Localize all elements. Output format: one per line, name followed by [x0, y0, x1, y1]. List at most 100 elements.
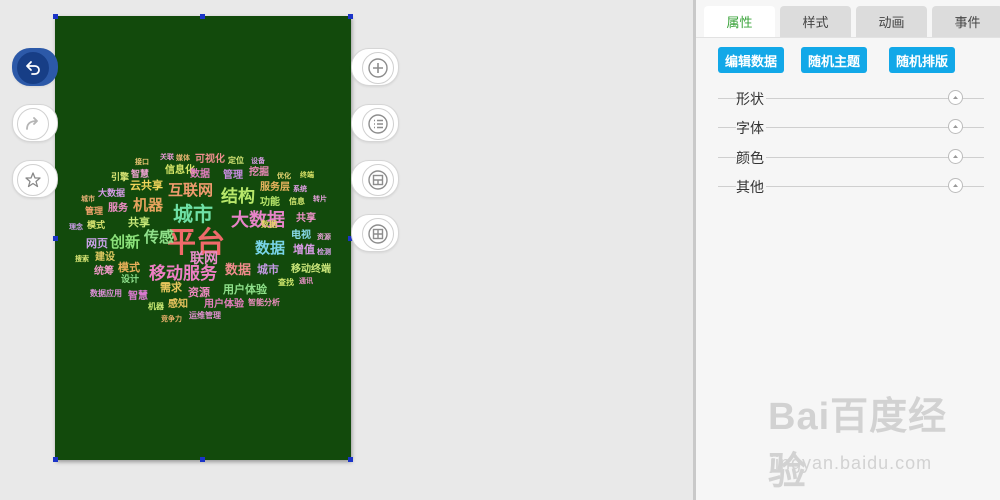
wordcloud-word: 智慧	[128, 291, 148, 302]
wordcloud-word: 通讯	[299, 277, 313, 285]
wordcloud-word: 引擎	[111, 173, 130, 183]
watermark-logo: Bai百度经验	[768, 396, 948, 493]
wordcloud-word: 定位	[228, 156, 244, 165]
wordcloud-word: 大数据	[98, 189, 126, 199]
tab-properties[interactable]: 属性	[704, 6, 775, 37]
wordcloud-word: 服务层	[260, 182, 290, 193]
section-shape-label: 形状	[736, 89, 766, 109]
add-button[interactable]	[351, 48, 399, 86]
random-theme-button[interactable]: 随机主题	[801, 47, 868, 73]
resize-handle-tl[interactable]	[53, 14, 58, 19]
wordcloud-word: 检测	[317, 248, 331, 256]
wordcloud-word: 建设	[95, 252, 115, 263]
resize-handle-bl[interactable]	[53, 457, 58, 462]
grid-icon	[362, 218, 394, 250]
wordcloud-word: 转片	[313, 195, 327, 203]
wordcloud-word: 电视	[291, 230, 311, 241]
baidu-jingyan-watermark: Bai百度经验 jingyan.baidu.com	[762, 385, 962, 493]
wordcloud-word: 智慧	[131, 170, 150, 180]
wordcloud-word: 数据	[190, 169, 210, 180]
wordcloud-word: 云共享	[130, 179, 163, 192]
wordcloud-word: 数据应用	[90, 289, 122, 298]
wordcloud-word: 媒体	[176, 154, 190, 162]
wordcloud-word: 管理	[223, 170, 243, 181]
star-icon	[17, 164, 49, 196]
wordcloud-word: 城市	[173, 202, 213, 226]
resize-handle-ml[interactable]	[53, 236, 58, 241]
resize-handle-tr[interactable]	[348, 14, 353, 19]
wordcloud-word: 可视化	[195, 154, 225, 165]
wordcloud-word: 机器	[133, 196, 164, 214]
wordcloud-word: 终端	[300, 171, 314, 179]
redo-button[interactable]	[12, 104, 58, 142]
wordcloud-poster[interactable]: 平台 城市 大数据 移动服务 互联网 结构 机器 数据 创新 云共享 共享 模式 需求 资源 用户体验 智慧用…	[53, 14, 353, 462]
section-other[interactable]: 其他	[718, 177, 986, 197]
wordcloud-word: 共享	[296, 213, 316, 224]
grid-button[interactable]	[351, 214, 399, 252]
wordcloud-word: 搜索	[75, 255, 89, 263]
wordcloud-word: 模式	[118, 261, 140, 274]
expand-icon[interactable]	[948, 149, 963, 164]
wordcloud-word: 数据	[225, 263, 252, 278]
wordcloud-word: 需求	[160, 281, 182, 294]
wordcloud-word: 竞争力	[161, 315, 182, 323]
wordcloud-word: 模式	[87, 221, 106, 231]
wordcloud-word: 机器	[148, 302, 164, 311]
wordcloud-word: 感知	[168, 299, 188, 310]
wordcloud-word: 移动终端	[291, 264, 331, 275]
tab-style[interactable]: 样式	[780, 6, 851, 37]
favorite-button[interactable]	[12, 160, 58, 198]
wordcloud-word: 功能	[260, 197, 280, 208]
wordcloud-word: 关联	[160, 153, 174, 161]
tab-underline	[696, 37, 1000, 38]
wordcloud-word: 统筹	[94, 266, 114, 277]
wordcloud-word: 挖掘	[249, 167, 269, 178]
wordcloud-word: 网页	[86, 237, 108, 250]
tab-events[interactable]: 事件	[932, 6, 1000, 37]
wordcloud-word: 管理	[85, 207, 104, 217]
tab-animation[interactable]: 动画	[856, 6, 927, 37]
resize-handle-bm[interactable]	[200, 457, 205, 462]
wordcloud-word: 数据	[255, 239, 286, 257]
wordcloud-word: 城市	[81, 195, 95, 203]
wordcloud-word: 创新	[110, 233, 141, 251]
section-color[interactable]: 颜色	[718, 148, 986, 168]
wordcloud-word: 设计	[121, 275, 140, 285]
wordcloud-word: 理念	[69, 223, 83, 231]
list-button[interactable]	[351, 104, 399, 142]
wordcloud-word: 城市	[257, 263, 279, 276]
section-font[interactable]: 字体	[718, 118, 986, 138]
section-shape[interactable]: 形状	[718, 89, 986, 109]
wordcloud-word: 优化	[277, 172, 291, 180]
section-other-label: 其他	[736, 177, 766, 197]
layout-button[interactable]	[351, 160, 399, 198]
wordcloud-word: 共享	[128, 216, 150, 229]
panel-tabs: 属性 样式 动画 事件	[704, 6, 1000, 37]
resize-handle-tm[interactable]	[200, 14, 205, 19]
resize-handle-br[interactable]	[348, 457, 353, 462]
wordcloud-word: 服务	[108, 203, 128, 214]
section-font-label: 字体	[736, 118, 766, 138]
wordcloud-word: 运维管理	[189, 311, 221, 320]
plus-icon	[362, 52, 394, 84]
wordcloud-word: 信息	[289, 197, 305, 206]
wordcloud-word: 资源	[317, 233, 331, 241]
layout-icon	[362, 164, 394, 196]
wordcloud-word: 数据	[261, 220, 277, 229]
wordcloud-word: 用户体验	[204, 299, 244, 310]
expand-icon[interactable]	[948, 119, 963, 134]
undo-button[interactable]	[12, 48, 58, 86]
expand-icon[interactable]	[948, 90, 963, 105]
canvas-area: 平台 城市 大数据 移动服务 互联网 结构 机器 数据 创新 云共享 共享 模式 需求 资源 用户体验 智慧用…	[0, 0, 693, 500]
random-layout-button[interactable]: 随机排版	[889, 47, 956, 73]
wordcloud-word: 接口	[135, 158, 149, 166]
redo-icon	[17, 108, 49, 140]
edit-data-button[interactable]: 编辑数据	[718, 47, 785, 73]
wordcloud-word: 资源	[188, 286, 210, 299]
undo-icon	[17, 52, 49, 84]
expand-icon[interactable]	[948, 178, 963, 193]
list-icon	[362, 108, 394, 140]
wordcloud-word: 增值	[293, 243, 315, 256]
wordcloud-word: 系统	[293, 185, 307, 193]
wordcloud-word: 设备	[251, 157, 265, 165]
